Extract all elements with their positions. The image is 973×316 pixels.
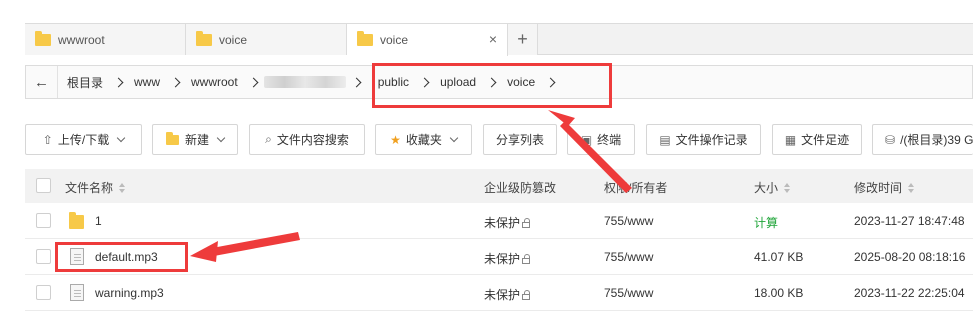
arrow-shaft-path [560, 121, 632, 193]
annotation-arrows [190, 110, 632, 262]
arrow-head-path [548, 110, 575, 126]
arrow-shaft-file [212, 232, 300, 256]
